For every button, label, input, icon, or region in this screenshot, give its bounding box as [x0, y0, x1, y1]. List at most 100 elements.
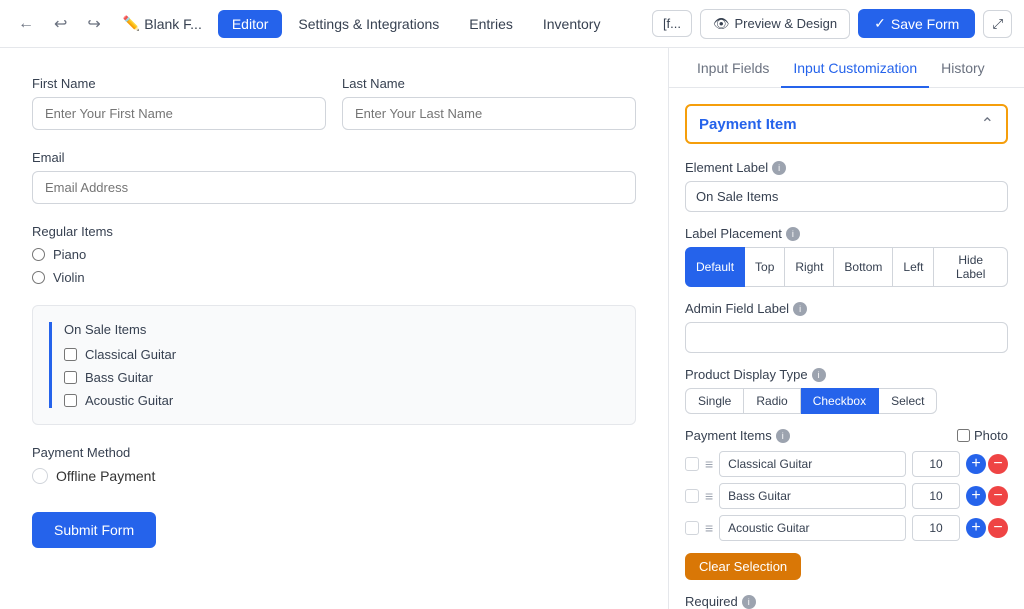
- item-3-price-input[interactable]: [912, 515, 960, 541]
- on-sale-label: On Sale Items: [64, 322, 619, 337]
- file-icon-button[interactable]: [f...: [652, 10, 692, 37]
- back-button[interactable]: ←: [12, 11, 40, 37]
- collapse-button[interactable]: ⌃: [981, 114, 994, 134]
- element-label-info-icon[interactable]: i: [772, 161, 786, 175]
- admin-field-label-input[interactable]: [685, 322, 1008, 353]
- clear-selection-button[interactable]: Clear Selection: [685, 553, 801, 580]
- radio-violin[interactable]: Violin: [32, 270, 636, 285]
- item-1-actions: + −: [966, 454, 1008, 474]
- preview-design-button[interactable]: 👁 Preview & Design: [700, 9, 850, 39]
- display-checkbox[interactable]: Checkbox: [801, 388, 879, 414]
- radio-piano-label: Piano: [53, 247, 86, 262]
- admin-field-label-title: Admin Field Label i: [685, 301, 1008, 316]
- redo-button[interactable]: ↪: [81, 10, 106, 38]
- email-section: Email: [32, 150, 636, 204]
- photo-label: Photo: [974, 428, 1008, 443]
- offline-payment-group: Offline Payment: [32, 468, 636, 484]
- checkbox-bass-guitar[interactable]: Bass Guitar: [64, 370, 619, 385]
- placement-hide-label[interactable]: Hide Label: [934, 247, 1008, 287]
- last-name-input[interactable]: [342, 97, 636, 130]
- checkbox-classical-guitar-label: Classical Guitar: [85, 347, 176, 362]
- drag-icon-2[interactable]: ≡: [705, 488, 713, 504]
- item-1-checkbox[interactable]: [685, 457, 699, 471]
- radio-piano-input[interactable]: [32, 248, 45, 261]
- item-3-add-button[interactable]: +: [966, 518, 986, 538]
- expand-button[interactable]: ⤢: [983, 10, 1012, 38]
- placement-left[interactable]: Left: [893, 247, 934, 287]
- checkbox-bass-guitar-input[interactable]: [64, 371, 77, 384]
- item-3-checkbox[interactable]: [685, 521, 699, 535]
- payment-item-row-2: ≡ + −: [685, 483, 1008, 509]
- file-bracket-icon: [f...: [663, 16, 681, 31]
- display-select[interactable]: Select: [879, 388, 937, 414]
- item-2-actions: + −: [966, 486, 1008, 506]
- admin-field-label-info-icon[interactable]: i: [793, 302, 807, 316]
- right-panel: Input Fields Input Customization History…: [669, 48, 1024, 609]
- first-name-input[interactable]: [32, 97, 326, 130]
- admin-field-label-row: Admin Field Label i: [685, 301, 1008, 353]
- offline-payment-radio[interactable]: [32, 468, 48, 484]
- placement-bottom[interactable]: Bottom: [834, 247, 893, 287]
- product-display-info-icon[interactable]: i: [812, 368, 826, 382]
- item-2-remove-button[interactable]: −: [988, 486, 1008, 506]
- last-name-group: Last Name: [342, 76, 636, 130]
- eye-icon: 👁: [713, 16, 730, 32]
- checkbox-classical-guitar[interactable]: Classical Guitar: [64, 347, 619, 362]
- placement-right[interactable]: Right: [785, 247, 834, 287]
- tab-editor[interactable]: Editor: [218, 10, 283, 38]
- file-name-button[interactable]: ✏️ Blank F...: [115, 11, 210, 36]
- payment-items-info-icon[interactable]: i: [776, 429, 790, 443]
- payment-items-header: Payment Items i Photo: [685, 428, 1008, 443]
- tab-history[interactable]: History: [929, 48, 997, 88]
- tab-entries[interactable]: Entries: [455, 10, 527, 38]
- tab-input-customization[interactable]: Input Customization: [781, 48, 929, 88]
- save-form-button[interactable]: ✓ Save Form: [858, 9, 975, 38]
- last-name-label: Last Name: [342, 76, 636, 91]
- item-3-name-input[interactable]: [719, 515, 906, 541]
- element-label-input[interactable]: [685, 181, 1008, 212]
- placement-top[interactable]: Top: [745, 247, 785, 287]
- offline-payment-label: Offline Payment: [56, 468, 155, 484]
- payment-method-section: Payment Method Offline Payment: [32, 445, 636, 484]
- item-2-add-button[interactable]: +: [966, 486, 986, 506]
- display-radio[interactable]: Radio: [744, 388, 800, 414]
- first-name-group: First Name: [32, 76, 326, 130]
- item-3-remove-button[interactable]: −: [988, 518, 1008, 538]
- item-2-checkbox[interactable]: [685, 489, 699, 503]
- photo-checkbox-input[interactable]: [957, 429, 970, 442]
- file-name-label: Blank F...: [144, 16, 202, 32]
- item-2-price-input[interactable]: [912, 483, 960, 509]
- radio-violin-input[interactable]: [32, 271, 45, 284]
- checkbox-acoustic-guitar[interactable]: Acoustic Guitar: [64, 393, 619, 408]
- placement-default[interactable]: Default: [685, 247, 745, 287]
- checkbox-acoustic-guitar-input[interactable]: [64, 394, 77, 407]
- item-2-name-input[interactable]: [719, 483, 906, 509]
- checkbox-bass-guitar-label: Bass Guitar: [85, 370, 153, 385]
- checkbox-classical-guitar-input[interactable]: [64, 348, 77, 361]
- tab-inventory[interactable]: Inventory: [529, 10, 615, 38]
- email-label: Email: [32, 150, 636, 165]
- display-single[interactable]: Single: [685, 388, 744, 414]
- main-layout: First Name Last Name Email Regular Items…: [0, 48, 1024, 609]
- undo-button[interactable]: ↩: [48, 10, 73, 38]
- tab-settings[interactable]: Settings & Integrations: [284, 10, 453, 38]
- right-content: Payment Item ⌃ Element Label i Label Pla…: [669, 88, 1024, 609]
- payment-items-row: Payment Items i Photo ≡ +: [685, 428, 1008, 580]
- product-display-type-row: Product Display Type i Single Radio Chec…: [685, 367, 1008, 414]
- first-name-label: First Name: [32, 76, 326, 91]
- submit-form-button[interactable]: Submit Form: [32, 512, 156, 548]
- item-1-price-input[interactable]: [912, 451, 960, 477]
- item-1-name-input[interactable]: [719, 451, 906, 477]
- item-1-remove-button[interactable]: −: [988, 454, 1008, 474]
- item-1-add-button[interactable]: +: [966, 454, 986, 474]
- email-input[interactable]: [32, 171, 636, 204]
- checkbox-acoustic-guitar-label: Acoustic Guitar: [85, 393, 173, 408]
- photo-checkbox-label[interactable]: Photo: [957, 428, 1008, 443]
- label-placement-info-icon[interactable]: i: [786, 227, 800, 241]
- required-info-icon[interactable]: i: [742, 595, 756, 609]
- tab-input-fields[interactable]: Input Fields: [685, 48, 781, 88]
- label-placement-title: Label Placement i: [685, 226, 1008, 241]
- drag-icon-1[interactable]: ≡: [705, 456, 713, 472]
- drag-icon-3[interactable]: ≡: [705, 520, 713, 536]
- radio-piano[interactable]: Piano: [32, 247, 636, 262]
